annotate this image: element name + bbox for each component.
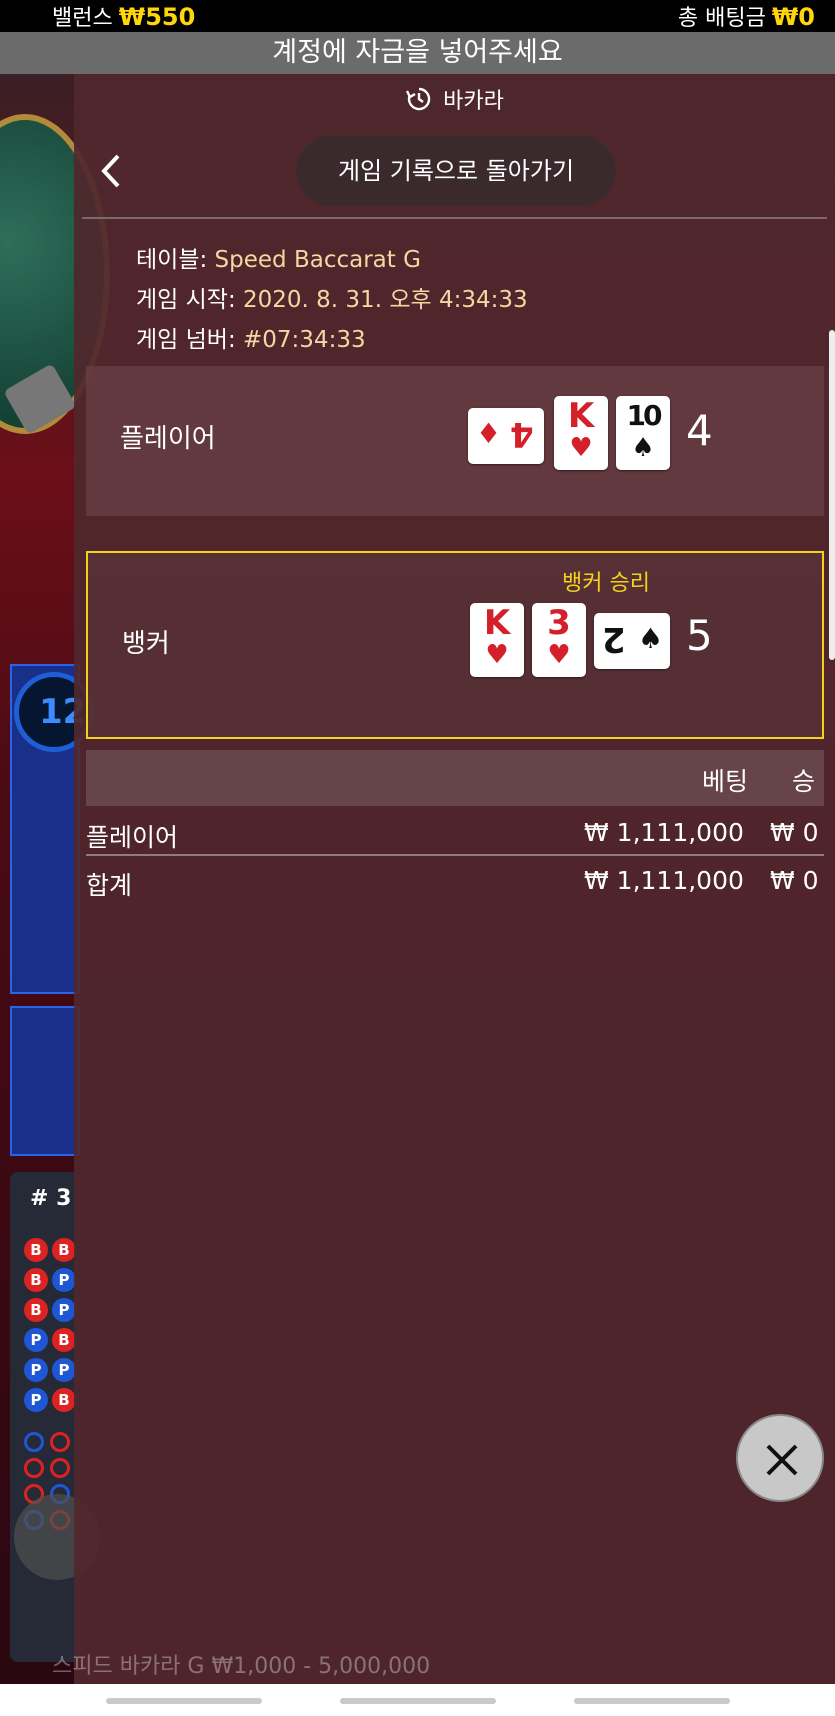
system-nav-bar (0, 1684, 835, 1716)
total-bet: 총 배팅금 ₩0 (678, 0, 815, 32)
card-rank: K (567, 396, 595, 436)
panel-title: 바카라 (443, 89, 504, 114)
card-suit: ♠ (631, 433, 655, 463)
nav-back-button[interactable] (574, 1698, 730, 1704)
card-rank: 4 (510, 414, 534, 454)
bead-road-cell: B (24, 1298, 48, 1322)
card-suit: ♦ (476, 417, 502, 450)
bead-road-cell: B (52, 1388, 76, 1412)
close-button[interactable] (736, 1414, 824, 1502)
balance-value: ₩550 (118, 3, 196, 31)
card-suit: ♥ (569, 433, 593, 463)
chevron-left-icon (101, 154, 120, 188)
game-start-info: 게임 시작: 2020. 8. 31. 오후 4:34:33 (136, 280, 528, 314)
start-label: 게임 시작: (136, 287, 236, 313)
balance: 밸런스 ₩550 (52, 0, 195, 32)
row-name: 합계 (86, 871, 133, 900)
row-name: 플레이어 (86, 823, 179, 852)
start-value: 2020. 8. 31. 오후 4:34:33 (243, 287, 528, 313)
back-button[interactable] (98, 152, 122, 190)
card-rank: K (483, 603, 511, 643)
player-hand: 플레이어 ♦ 4 K ♥ 10 ♠ 4 (86, 366, 824, 516)
bead-road-cell: B (52, 1328, 76, 1352)
close-icon (766, 1444, 798, 1476)
scrollbar[interactable] (829, 330, 835, 660)
player-card-1: ♦ 4 (468, 408, 544, 464)
table-label: 테이블: (136, 247, 208, 273)
bets-table-header: 베팅 승 (86, 750, 824, 806)
card-rank: 10 (626, 399, 663, 432)
number-label: 게임 넘버: (136, 327, 236, 353)
history-icon (406, 87, 431, 111)
banker-label: 뱅커 (122, 629, 170, 659)
bead-road: # 3 BBBPBPPBPPPB (10, 1172, 80, 1662)
table-limits: 스피드 바카라 G ₩1,000 - 5,000,000 (52, 1654, 431, 1679)
banker-score: 5 (686, 611, 713, 660)
row-win: ₩ 0 (770, 818, 819, 847)
bead-road-cell: P (52, 1298, 76, 1322)
table-row: 플레이어 ₩ 1,111,000 ₩ 0 (86, 812, 824, 856)
bead-road-cell: P (24, 1328, 48, 1352)
banker-card-3: ♠ 2 (594, 613, 670, 669)
bead-road-cell: B (52, 1238, 76, 1262)
row-bet: ₩ 1,111,000 (584, 866, 744, 895)
divider (82, 217, 827, 219)
card-suit: ♥ (547, 640, 571, 670)
total-bet-value: ₩0 (771, 3, 815, 31)
total-bet-label: 총 배팅금 (677, 6, 766, 31)
row-win: ₩ 0 (770, 866, 819, 895)
card-suit: ♠ (638, 622, 664, 655)
game-number-info: 게임 넘버: #07:34:33 (136, 320, 366, 354)
card-rank: 2 (602, 619, 626, 659)
row-divider (86, 854, 824, 856)
bead-road-cell: B (24, 1238, 48, 1262)
bead-road-cell: P (52, 1358, 76, 1382)
banker-card-1: K ♥ (470, 603, 524, 677)
road-label: # 3 (30, 1186, 72, 1211)
player-label: 플레이어 (120, 424, 216, 454)
number-value: #07:34:33 (243, 327, 366, 353)
big-road-cell (24, 1458, 44, 1478)
player-card-2: K ♥ (554, 396, 608, 470)
banker-win-label: 뱅커 승리 (562, 571, 650, 596)
big-road-cell (50, 1458, 70, 1478)
nav-home-button[interactable] (340, 1698, 496, 1704)
deposit-banner[interactable]: 계정에 자금을 넣어주세요 (0, 32, 835, 74)
bead-road-cell: B (24, 1268, 48, 1292)
column-win: 승 (792, 767, 816, 796)
panel-header: 바카라 (74, 74, 835, 124)
game-history-panel: 바카라 게임 기록으로 돌아가기 테이블: Speed Baccarat G 게… (74, 74, 835, 1684)
bead-road-cell: P (52, 1268, 76, 1292)
nav-recent-button[interactable] (106, 1698, 262, 1704)
player-card-3: 10 ♠ (616, 396, 670, 470)
bead-road-cell: P (24, 1388, 48, 1412)
card-rank: 3 (547, 603, 571, 643)
banker-hand: 뱅커 승리 뱅커 K ♥ 3 ♥ ♠ 2 5 (86, 551, 824, 739)
table-info: 테이블: Speed Baccarat G (136, 240, 421, 274)
row-bet: ₩ 1,111,000 (584, 818, 744, 847)
column-bet: 베팅 (702, 767, 749, 796)
big-road-cell (50, 1432, 70, 1452)
table-row: 합계 ₩ 1,111,000 ₩ 0 (86, 860, 824, 904)
bead-road-cell: P (24, 1358, 48, 1382)
player-score: 4 (686, 406, 713, 455)
tie-bet-spot[interactable] (10, 1006, 80, 1156)
table-value: Speed Baccarat G (214, 247, 421, 273)
card-suit: ♥ (485, 640, 509, 670)
big-road-cell (24, 1432, 44, 1452)
back-to-history-button[interactable]: 게임 기록으로 돌아가기 (296, 136, 616, 206)
status-bar: 밸런스 ₩550 총 배팅금 ₩0 (0, 0, 835, 32)
banker-card-2: 3 ♥ (532, 603, 586, 677)
balance-label: 밸런스 (52, 6, 113, 31)
